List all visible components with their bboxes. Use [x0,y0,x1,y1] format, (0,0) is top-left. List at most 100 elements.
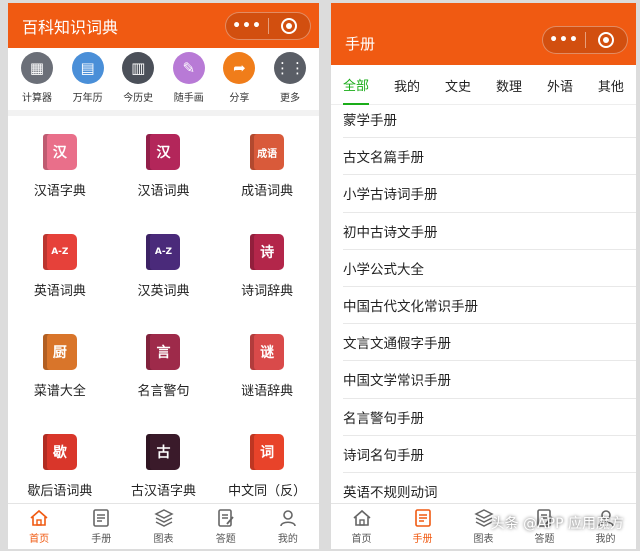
dictionary-grid: 汉汉语字典汉汉语词典 成语 成语词典 A-Z 英语词典 A-Z 汉英词典诗诗词辞典厨菜谱大全… [8,116,319,522]
dictionary-item[interactable]: 汉汉语字典 [8,122,112,222]
tab-label: 手册 [412,534,433,545]
book-open-icon: ▥ [122,52,155,84]
tab-label: 首页 [29,534,50,545]
list-item[interactable]: 名言警句手册 [343,399,636,436]
dictionary-item-label: 汉语词典 [137,184,190,199]
tab-label: 答题 [215,534,236,545]
dictionary-item[interactable]: 成语 成语词典 [215,122,319,222]
dictionary-item[interactable]: A-Z 汉英词典 [112,222,216,322]
category-tab[interactable]: 其他 [598,66,624,104]
hanyu-cidian-icon: 汉 [146,134,181,170]
tool-label: 随手画 [173,93,204,104]
dictionary-item-label: 谜语辞典 [241,384,294,399]
tab-label: 手册 [91,534,112,545]
close-mini-program-button[interactable] [269,17,310,34]
hanyu-zidian-icon: 汉 [42,134,77,170]
list-item[interactable]: 蒙学手册 [343,101,636,139]
calculator-icon: ▦ [21,52,53,84]
close-mini-program-button[interactable] [586,31,627,48]
bottom-tabbar: 首页 手册 图表 答题 我的 [8,503,319,549]
dictionary-item-label: 英语词典 [33,284,86,299]
dictionary-item[interactable]: 谜谜语辞典 [215,322,319,422]
home-screen: 百科知识词典 ••• ▦ 计算器 ▤ 万年历 ▥ 今历史 ✎ 随手画 ➦ 分享 ⋮⋮ 更多 汉汉语字典… [8,3,319,549]
tool-label: 万年历 [72,93,103,104]
ancient-chinese-icon: 古 [146,434,181,470]
recipe-icon: 厨 [42,334,77,370]
share-icon: ➦ [223,52,256,84]
pencil-icon: ✎ [172,52,205,84]
dictionary-item[interactable]: 汉汉语词典 [112,122,216,222]
tool-share[interactable]: ➦ 分享 [214,52,264,110]
dictionary-item-label: 汉英词典 [137,284,190,299]
calendar-icon: ▤ [71,52,104,84]
quotes-icon: 言 [146,334,181,370]
home-header: 百科知识词典 ••• [8,3,319,48]
tab-quiz[interactable]: 答题 [195,504,257,549]
user-icon [277,508,299,528]
english-dict-icon: A-Z [42,234,77,270]
quick-tools: ▦ 计算器 ▤ 万年历 ▥ 今历史 ✎ 随手画 ➦ 分享 ⋮⋮ 更多 [8,48,319,116]
chengyu-cidian-icon: 成语 [250,134,285,170]
more-menu-button[interactable]: ••• [226,18,268,34]
category-tab[interactable]: 全部 [343,65,370,105]
tab-manual[interactable]: 手册 [70,504,132,549]
tool-label: 分享 [229,93,250,104]
tab-label: 首页 [351,534,372,545]
dictionary-item[interactable]: 言名言警句 [112,322,216,422]
xiehouyu-icon: 歇 [42,434,77,470]
list-item[interactable]: 中国古代文化常识手册 [343,287,636,325]
manual-header: 手册 ••• [331,3,636,65]
category-tab[interactable]: 文史 [445,66,471,104]
dictionary-item[interactable]: 厨菜谱大全 [8,322,112,422]
dictionary-item-label: 古汉语字典 [130,484,196,499]
list-item[interactable]: 诗词名句手册 [343,436,636,473]
tab-home[interactable]: 首页 [8,504,70,549]
tool-pencil[interactable]: ✎ 随手画 [164,52,214,110]
manual-screen: 手册 ••• 全部 我的 文史 数理 外语 其他 蒙学手册 古文名篇手册 小学古诗词手册 初中古… [331,3,636,549]
list-item[interactable]: 古文名篇手册 [343,138,636,176]
list-item[interactable]: 小学古诗词手册 [343,175,636,213]
tab-manual[interactable]: 手册 [392,504,453,549]
tab-home[interactable]: 首页 [331,504,392,549]
tool-book-open[interactable]: ▥ 今历史 [113,52,163,110]
dictionary-item[interactable]: 诗诗词辞典 [215,222,319,322]
synonym-icon: 词 [250,434,285,470]
dictionary-item-label: 成语词典 [241,184,294,199]
category-tab[interactable]: 我的 [394,66,420,104]
riddle-icon: 谜 [250,334,285,370]
dictionary-item-label: 歇后语词典 [27,484,93,499]
app-title: 百科知识词典 [22,17,119,37]
more-menu-button[interactable]: ••• [543,32,585,48]
dictionary-item[interactable]: A-Z 英语词典 [8,222,112,322]
page-title: 手册 [345,34,376,53]
target-icon [281,17,298,34]
category-tab[interactable]: 数理 [496,66,522,104]
manual-icon [412,508,434,528]
list-item[interactable]: 文言文通假字手册 [343,324,636,362]
tool-calendar[interactable]: ▤ 万年历 [63,52,113,110]
mini-program-capsule: ••• [542,25,628,54]
tool-label: 更多 [279,93,300,104]
category-tab[interactable]: 外语 [547,66,573,104]
tool-label: 今历史 [123,93,154,104]
tab-user[interactable]: 我的 [257,504,319,549]
tab-label: 图表 [153,534,174,545]
dictionary-item-label: 菜谱大全 [33,384,86,399]
tool-calculator[interactable]: ▦ 计算器 [12,52,62,110]
manual-icon [90,508,112,528]
poetry-dict-icon: 诗 [250,234,285,270]
target-icon [598,31,615,48]
tab-layers[interactable]: 图表 [132,504,194,549]
dictionary-item-label: 汉语字典 [33,184,86,199]
more-grid-icon: ⋮⋮ [273,52,306,84]
category-tabs: 全部 我的 文史 数理 外语 其他 [331,65,636,105]
dictionary-item-label: 诗词辞典 [241,284,294,299]
list-item[interactable]: 小学公式大全 [343,250,636,287]
home-icon [28,508,50,528]
list-item[interactable]: 中国文学常识手册 [343,361,636,399]
tool-label: 计算器 [22,93,52,104]
dictionary-item-label: 名言警句 [137,384,190,399]
chinese-english-dict-icon: A-Z [146,234,181,270]
tool-more-grid[interactable]: ⋮⋮ 更多 [265,52,315,110]
list-item[interactable]: 初中古诗文手册 [343,213,636,250]
